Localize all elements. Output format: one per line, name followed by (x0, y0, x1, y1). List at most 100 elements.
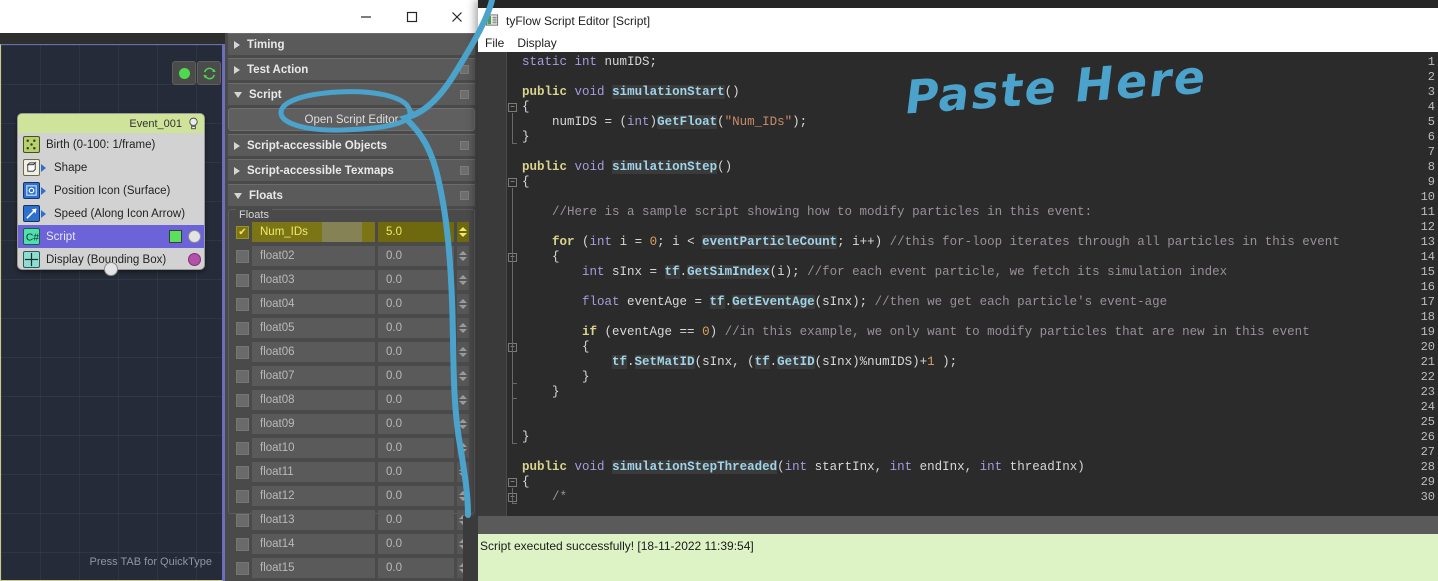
display-output-knob[interactable] (188, 253, 201, 266)
float-checkbox[interactable] (236, 321, 249, 335)
float-row[interactable]: float15 0.0 (234, 558, 469, 578)
float-row[interactable]: float12 0.0 (234, 486, 469, 506)
float-row[interactable]: float14 0.0 (234, 534, 469, 554)
fold-marker[interactable]: − (508, 103, 517, 112)
float-row[interactable]: float11 0.0 (234, 462, 469, 482)
float-checkbox[interactable] (236, 489, 249, 503)
float-name[interactable]: float11 (252, 462, 375, 482)
float-row[interactable]: ✔ Num_IDs 5.0 (234, 222, 469, 242)
float-value[interactable]: 5.0 (378, 222, 454, 242)
rollout-script[interactable]: Script (228, 83, 475, 105)
float-row[interactable]: float10 0.0 (234, 438, 469, 458)
float-value[interactable]: 0.0 (378, 246, 454, 266)
float-spinner[interactable] (457, 294, 469, 314)
float-value[interactable]: 0.0 (378, 270, 454, 290)
pin-icon[interactable] (460, 65, 469, 74)
menu-file[interactable]: File (485, 36, 504, 50)
float-checkbox[interactable]: ✔ (236, 225, 249, 239)
float-value[interactable]: 0.0 (378, 438, 454, 458)
rollout-script-accessible-texmaps[interactable]: Script-accessible Texmaps (228, 159, 475, 181)
code-folding-column[interactable] (507, 52, 519, 516)
script-output-chip[interactable] (169, 230, 182, 243)
float-checkbox[interactable] (236, 441, 249, 455)
operator-row-script[interactable]: C# Script (18, 225, 204, 248)
float-spinner[interactable] (457, 486, 469, 506)
float-value[interactable]: 0.0 (378, 318, 454, 338)
float-value[interactable]: 0.0 (378, 558, 454, 578)
event-output-knob[interactable] (104, 262, 118, 276)
float-name[interactable]: float14 (252, 534, 375, 554)
lightbulb-icon[interactable] (187, 117, 200, 130)
float-spinner[interactable] (457, 246, 469, 266)
refresh-icon[interactable] (197, 61, 221, 85)
script-output-knob[interactable] (188, 230, 201, 243)
float-name[interactable]: float12 (252, 486, 375, 506)
float-checkbox[interactable] (236, 513, 249, 527)
float-value[interactable]: 0.0 (378, 366, 454, 386)
float-value[interactable]: 0.0 (378, 486, 454, 506)
rollout-floats[interactable]: Floats (228, 184, 475, 206)
float-value[interactable]: 0.0 (378, 534, 454, 554)
float-value[interactable]: 0.0 (378, 390, 454, 410)
float-name[interactable]: float10 (252, 438, 375, 458)
pin-icon[interactable] (460, 166, 469, 175)
float-spinner[interactable] (457, 366, 469, 386)
float-name[interactable]: float15 (252, 558, 375, 578)
float-spinner[interactable] (457, 390, 469, 410)
close-icon[interactable] (434, 0, 480, 33)
operator-row-birth[interactable]: Birth (0-100: 1/frame) (18, 133, 204, 156)
float-row[interactable]: float07 0.0 (234, 366, 469, 386)
float-row[interactable]: float02 0.0 (234, 246, 469, 266)
float-value[interactable]: 0.0 (378, 294, 454, 314)
float-spinner[interactable] (457, 222, 469, 242)
float-checkbox[interactable] (236, 561, 249, 575)
operator-row-position-icon[interactable]: Position Icon (Surface) (18, 179, 204, 202)
pin-icon[interactable] (460, 191, 469, 200)
particle-flow-viewport[interactable]: Event_001 Birth (0-100: 1/frame) Shape P… (0, 44, 223, 581)
float-name[interactable]: float06 (252, 342, 375, 362)
float-checkbox[interactable] (236, 345, 249, 359)
float-row[interactable]: float06 0.0 (234, 342, 469, 362)
fold-marker[interactable]: − (508, 178, 517, 187)
float-name[interactable]: float13 (252, 510, 375, 530)
float-checkbox[interactable] (236, 297, 249, 311)
float-name[interactable]: float08 (252, 390, 375, 410)
code-editor-area[interactable]: 1 2 3 4 5 6 7 8 9 10 11 12 13 14 15 16 17 18 19 20 21 22 23 24 2… (478, 52, 1438, 516)
rollout-timing[interactable]: Timing (228, 33, 475, 55)
float-row[interactable]: float05 0.0 (234, 318, 469, 338)
fold-marker[interactable]: − (508, 478, 517, 487)
operator-row-shape[interactable]: Shape (18, 156, 204, 179)
rollout-script-accessible-objects[interactable]: Script-accessible Objects (228, 134, 475, 156)
float-name[interactable]: float03 (252, 270, 375, 290)
float-checkbox[interactable] (236, 249, 249, 263)
float-value[interactable]: 0.0 (378, 414, 454, 434)
float-name[interactable]: float07 (252, 366, 375, 386)
float-spinner[interactable] (457, 270, 469, 290)
editor-splitter[interactable] (478, 516, 1438, 534)
float-checkbox[interactable] (236, 393, 249, 407)
float-row[interactable]: float04 0.0 (234, 294, 469, 314)
float-spinner[interactable] (457, 438, 469, 458)
float-value[interactable]: 0.0 (378, 510, 454, 530)
float-spinner[interactable] (457, 414, 469, 434)
float-row[interactable]: float03 0.0 (234, 270, 469, 290)
float-checkbox[interactable] (236, 369, 249, 383)
float-row[interactable]: float09 0.0 (234, 414, 469, 434)
maximize-icon[interactable] (389, 0, 435, 33)
float-name[interactable]: float05 (252, 318, 375, 338)
operator-row-speed[interactable]: Speed (Along Icon Arrow) (18, 202, 204, 225)
open-script-editor-button[interactable]: Open Script Editor (228, 108, 475, 131)
float-spinner[interactable] (457, 462, 469, 482)
menu-display[interactable]: Display (517, 36, 556, 50)
float-checkbox[interactable] (236, 417, 249, 431)
float-row[interactable]: float13 0.0 (234, 510, 469, 530)
float-spinner[interactable] (457, 342, 469, 362)
rollout-test-action[interactable]: Test Action (228, 58, 475, 80)
event-node[interactable]: Event_001 Birth (0-100: 1/frame) Shape P… (17, 113, 205, 276)
float-checkbox[interactable] (236, 273, 249, 287)
float-checkbox[interactable] (236, 465, 249, 479)
float-value[interactable]: 0.0 (378, 342, 454, 362)
minimize-icon[interactable] (343, 0, 389, 33)
status-dot-icon[interactable] (172, 61, 196, 85)
float-name[interactable]: float04 (252, 294, 375, 314)
